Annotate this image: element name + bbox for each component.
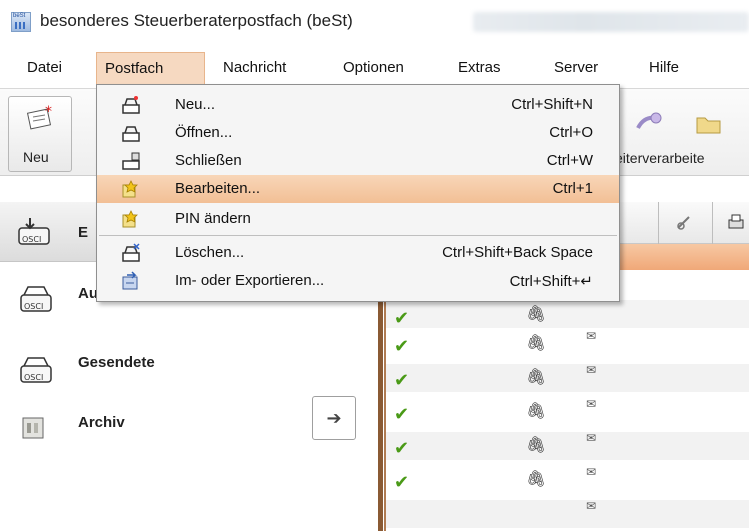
menu-item-bearbeiten[interactable]: Bearbeiten... Ctrl+1 <box>97 175 619 203</box>
menu-item-shortcut: Ctrl+Shift+Back Space <box>442 244 593 261</box>
message-row[interactable]: ✔ 🖇 ✉ <box>386 465 749 494</box>
folder-label-archive: Archiv <box>78 414 125 431</box>
status-check-icon: ✔ <box>394 336 410 356</box>
attachment-icon: 🖇 <box>526 471 547 488</box>
menu-postfach[interactable]: Postfach <box>96 52 205 84</box>
menu-item-shortcut: Ctrl+1 <box>552 180 593 197</box>
attachment-icon: 🖇 <box>526 437 547 454</box>
status-check-icon: ✔ <box>394 438 410 458</box>
menu-item-shortcut: Ctrl+Shift+N <box>511 96 593 113</box>
menu-item-label: Im- oder Exportieren... <box>175 272 325 289</box>
menu-bar: Datei Postfach Nachricht Optionen Extras… <box>0 52 749 84</box>
postfach-menu: Neu... Ctrl+Shift+N Öffnen... Ctrl+O Sch… <box>96 84 620 302</box>
inbox-icon: OSCI <box>18 218 50 245</box>
svg-text:OSCI: OSCI <box>24 302 43 311</box>
new-message-button[interactable]: * Neu <box>8 96 72 172</box>
menu-item-loeschen[interactable]: Löschen... Ctrl+Shift+Back Space <box>97 239 619 267</box>
menu-item-label: Öffnen... <box>175 124 233 141</box>
folder-open-icon[interactable] <box>694 110 724 136</box>
forward-icon[interactable] <box>634 110 664 136</box>
envelope-icon: ✉ <box>586 499 597 513</box>
attachment-icon: 🖇 <box>526 335 547 352</box>
status-check-icon: ✔ <box>394 404 410 424</box>
svg-text:OSCI: OSCI <box>24 373 43 382</box>
envelope-icon: ✉ <box>586 329 597 343</box>
app-logo-icon: beSt <box>11 12 31 32</box>
folder-label-sent: Gesendete <box>78 354 155 371</box>
menu-separator <box>99 235 617 236</box>
column-separator[interactable] <box>712 202 713 244</box>
folder-row-sent[interactable]: OSCI Gesendete <box>0 340 378 396</box>
menu-item-label: Neu... <box>175 96 216 113</box>
move-to-archive-button[interactable]: ➔ <box>312 396 356 440</box>
message-row[interactable]: ✔ 🖇 ✉ <box>386 363 749 392</box>
menu-item-label: Schließen <box>175 152 242 169</box>
new-message-icon: * <box>26 105 52 130</box>
menu-item-pin-aendern[interactable]: PIN ändern <box>97 205 619 233</box>
envelope-icon: ✉ <box>586 363 597 377</box>
menu-item-shortcut: Ctrl+Shift+↵ <box>509 273 593 290</box>
envelope-icon: ✉ <box>586 465 597 479</box>
menu-item-label: Löschen... <box>175 244 245 261</box>
menu-server[interactable]: Server <box>546 52 606 84</box>
message-row[interactable]: ✔ 🖇 <box>386 300 749 328</box>
envelope-icon: ✉ <box>586 397 597 411</box>
message-row[interactable]: ✔ 🖇 ✉ <box>386 329 749 358</box>
menu-optionen[interactable]: Optionen <box>335 52 412 84</box>
import-export-icon <box>122 271 138 290</box>
message-row[interactable]: ✔ 🖇 ✉ <box>386 431 749 460</box>
arrow-right-icon: ➔ <box>326 408 342 428</box>
window-title: besonderes Steuerberaterpostfach (beSt) <box>40 11 353 30</box>
attachment-icon: 🖇 <box>526 403 547 420</box>
delete-mailbox-icon <box>122 243 140 262</box>
outbox-icon: OSCI <box>20 286 52 312</box>
message-row[interactable]: ✉ <box>386 499 749 528</box>
envelope-icon: ✉ <box>586 431 597 445</box>
new-mailbox-icon <box>122 96 140 114</box>
app-logo-text: beSt <box>13 13 26 19</box>
status-check-icon: ✔ <box>394 308 410 328</box>
status-check-icon: ✔ <box>394 370 410 390</box>
status-check-icon: ✔ <box>394 472 410 492</box>
menu-datei[interactable]: Datei <box>19 52 70 84</box>
attachment-icon: 🖇 <box>526 306 547 323</box>
menu-nachricht[interactable]: Nachricht <box>215 52 294 84</box>
menu-hilfe[interactable]: Hilfe <box>641 52 687 84</box>
menu-item-shortcut: Ctrl+W <box>546 152 593 169</box>
menu-item-oeffnen[interactable]: Öffnen... Ctrl+O <box>97 119 619 147</box>
archive-icon <box>22 417 44 439</box>
signature-column-icon[interactable] <box>675 214 693 232</box>
menu-item-neu[interactable]: Neu... Ctrl+Shift+N <box>97 91 619 119</box>
menu-item-label: PIN ändern <box>175 210 251 227</box>
title-bar: beSt besonderes Steuerberaterpostfach (b… <box>0 0 749 46</box>
forward-button-label[interactable]: eiterverarbeite <box>615 150 705 166</box>
attachment-icon: 🖇 <box>526 369 547 386</box>
svg-text:*: * <box>45 105 52 120</box>
menu-item-import-export[interactable]: Im- oder Exportieren... Ctrl+Shift+↵ <box>97 267 619 295</box>
sent-icon: OSCI <box>20 357 52 383</box>
menu-item-label: Bearbeiten... <box>175 180 261 197</box>
new-button-label: Neu <box>23 149 49 165</box>
menu-extras[interactable]: Extras <box>450 52 509 84</box>
svg-text:OSCI: OSCI <box>22 235 41 244</box>
change-pin-icon <box>122 210 138 228</box>
printer-column-icon[interactable] <box>726 212 746 232</box>
close-mailbox-icon <box>122 152 140 170</box>
message-row[interactable]: ✔ 🖇 ✉ <box>386 397 749 426</box>
menu-item-shortcut: Ctrl+O <box>549 124 593 141</box>
title-redacted-area <box>473 12 749 32</box>
menu-item-schliessen[interactable]: Schließen Ctrl+W <box>97 147 619 175</box>
edit-mailbox-icon <box>122 180 138 198</box>
folder-label-inbox: E <box>78 224 89 241</box>
column-separator[interactable] <box>658 202 659 244</box>
open-mailbox-icon <box>122 126 140 142</box>
